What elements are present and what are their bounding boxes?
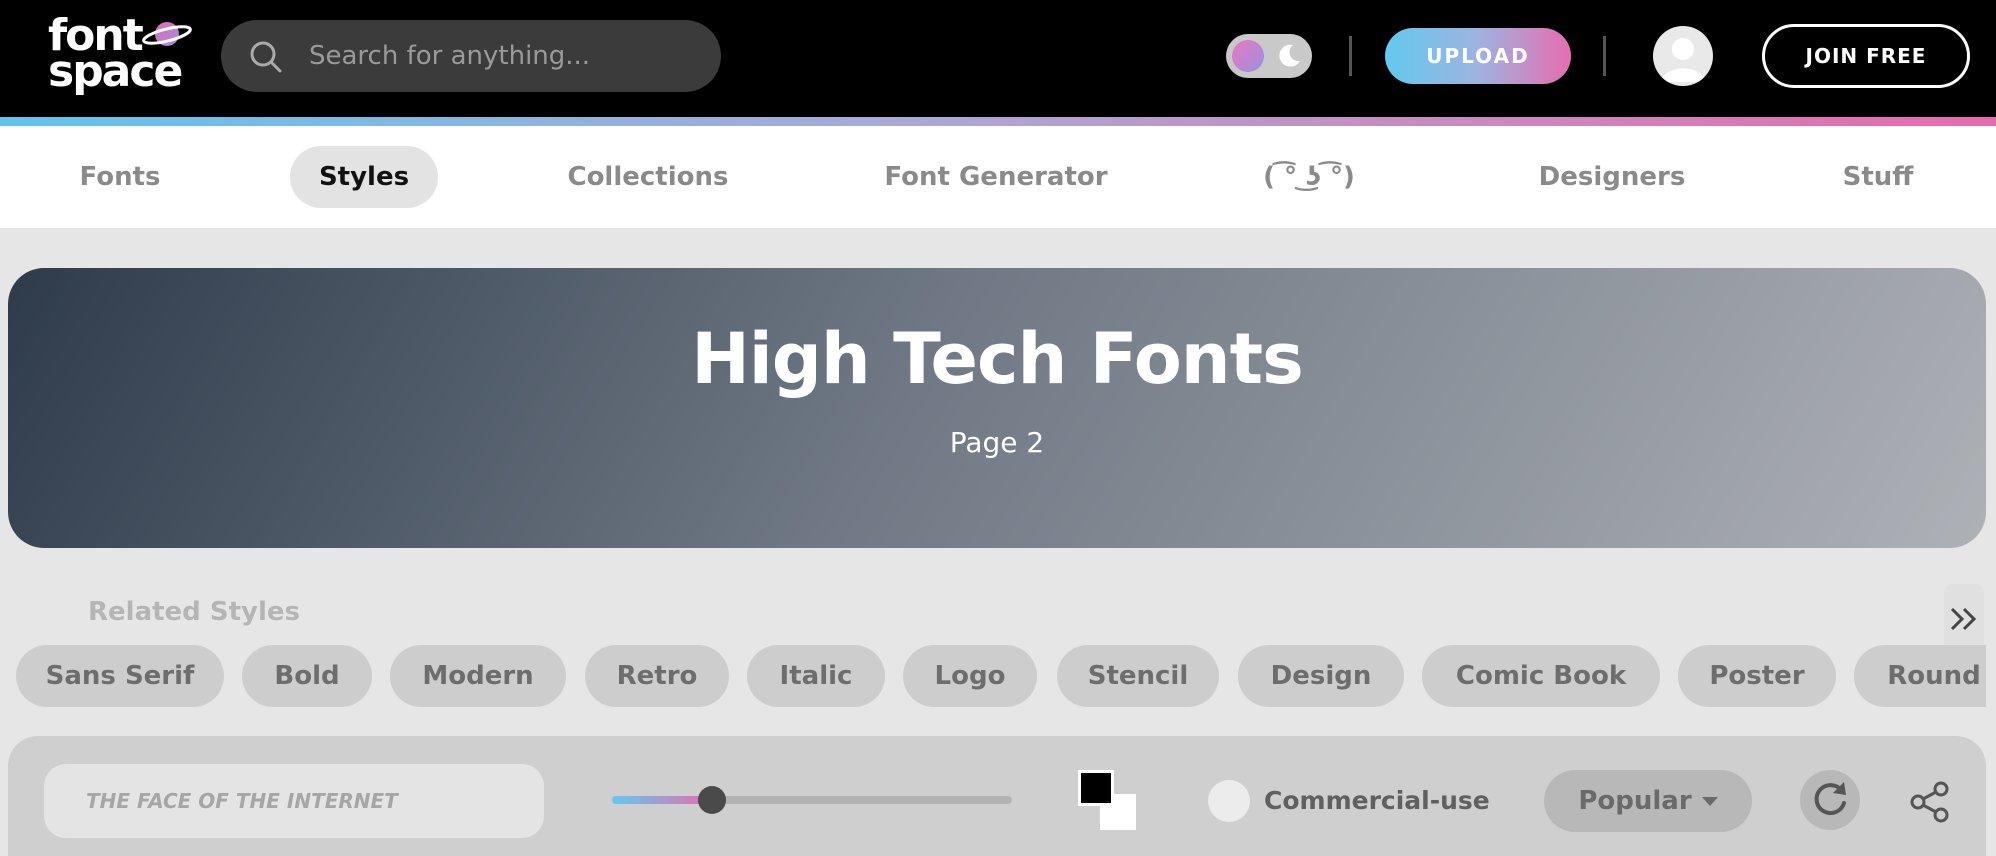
- nav-item-lenny-face[interactable]: ( ͡° ͜ʖ ͡°): [1254, 146, 1364, 208]
- style-chip[interactable]: Comic Book: [1422, 645, 1660, 707]
- refresh-button[interactable]: [1800, 770, 1860, 830]
- share-button[interactable]: [1908, 780, 1952, 824]
- refresh-icon: [1814, 782, 1846, 816]
- preview-text-input[interactable]: [44, 764, 544, 838]
- search-input[interactable]: [309, 20, 709, 92]
- style-chip[interactable]: Poster: [1678, 645, 1836, 707]
- upload-button[interactable]: UPLOAD: [1385, 28, 1571, 84]
- style-chip[interactable]: Sans Serif: [16, 645, 224, 707]
- header-divider: [1603, 36, 1606, 76]
- moon-icon: [1279, 44, 1300, 67]
- related-styles-label: Related Styles: [88, 597, 300, 627]
- fontspace-logo[interactable]: font space: [48, 14, 198, 96]
- caret-down-icon: [1701, 797, 1718, 806]
- nav-item-stuff[interactable]: Stuff: [1830, 146, 1926, 208]
- nav-item-collections[interactable]: Collections: [556, 146, 740, 208]
- nav-item-styles[interactable]: Styles: [290, 146, 438, 208]
- nav-item-font-generator[interactable]: Font Generator: [876, 146, 1116, 208]
- foreground-color-swatch[interactable]: [1078, 770, 1114, 806]
- style-chip[interactable]: Design: [1238, 645, 1404, 707]
- style-chip[interactable]: Logo: [903, 645, 1037, 707]
- avatar[interactable]: [1653, 26, 1713, 86]
- sort-label: Popular: [1578, 786, 1692, 816]
- user-icon: [1661, 38, 1705, 82]
- nav-item-designers[interactable]: Designers: [1532, 146, 1692, 208]
- style-chip[interactable]: Stencil: [1057, 645, 1219, 707]
- style-chip[interactable]: Modern: [390, 645, 566, 707]
- top-header: font space UPLOAD: [0, 0, 1996, 117]
- toggle-knob: [1232, 40, 1264, 72]
- style-chip[interactable]: Italic: [747, 645, 885, 707]
- commercial-use-label[interactable]: Commercial-use: [1264, 786, 1490, 815]
- theme-toggle[interactable]: [1226, 34, 1312, 78]
- join-free-button[interactable]: JOIN FREE: [1762, 24, 1970, 88]
- header-accent-bar: [0, 117, 1996, 126]
- hero-banner: High Tech Fonts Page 2: [8, 268, 1986, 548]
- style-chip[interactable]: Retro: [585, 645, 729, 707]
- page-title: High Tech Fonts: [691, 318, 1304, 400]
- logo-line-2: space: [48, 46, 183, 97]
- font-size-slider[interactable]: [612, 786, 1012, 814]
- header-divider: [1349, 36, 1352, 76]
- slider-fill: [612, 796, 712, 804]
- search-bar[interactable]: [221, 20, 721, 92]
- commercial-use-checkbox[interactable]: [1208, 780, 1250, 822]
- related-styles-chips: Sans Serif Bold Modern Retro Italic Logo…: [0, 644, 1986, 710]
- style-chip[interactable]: Round: [1854, 645, 1986, 707]
- slider-handle[interactable]: [698, 786, 726, 814]
- page-subtitle: Page 2: [949, 426, 1045, 459]
- share-icon: [1910, 781, 1949, 823]
- sort-dropdown[interactable]: Popular: [1544, 770, 1752, 832]
- main-nav: Fonts Styles Collections Font Generator …: [0, 126, 1996, 228]
- style-chip[interactable]: Bold: [242, 645, 372, 707]
- planet-icon: [142, 22, 192, 46]
- nav-item-fonts[interactable]: Fonts: [60, 146, 180, 208]
- search-icon: [250, 41, 282, 73]
- color-picker[interactable]: [1078, 770, 1138, 832]
